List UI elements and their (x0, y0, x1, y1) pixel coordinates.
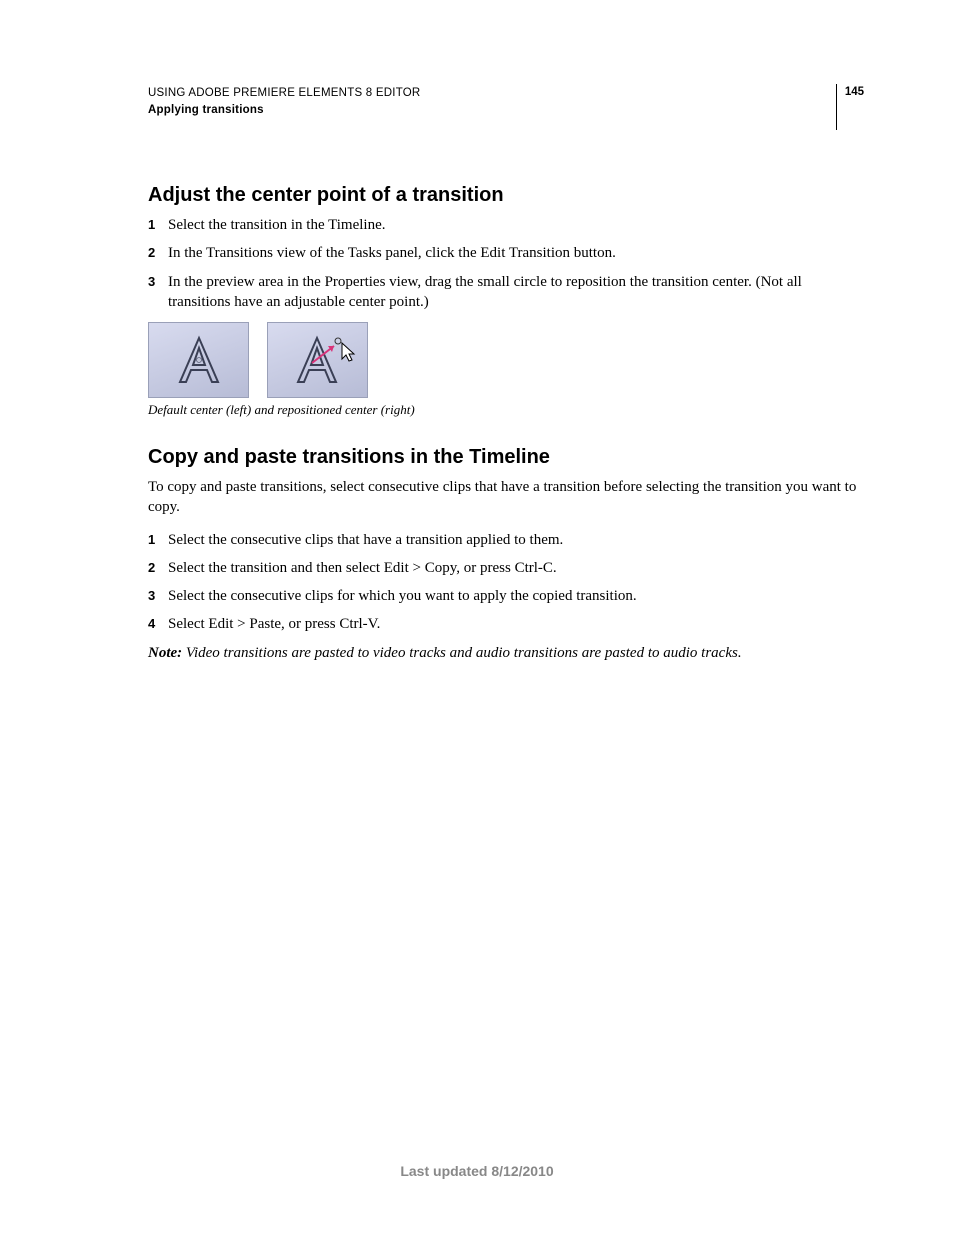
step-text: Select the consecutive clips for which y… (168, 586, 864, 606)
section-name: Applying transitions (148, 103, 420, 119)
intro-paragraph: To copy and paste transitions, select co… (148, 477, 864, 518)
step-number: 3 (148, 586, 168, 606)
step-number: 4 (148, 614, 168, 634)
step-text: In the Transitions view of the Tasks pan… (168, 243, 864, 263)
heading-copy-paste: Copy and paste transitions in the Timeli… (148, 446, 864, 469)
cursor-icon (342, 343, 354, 361)
header-rule (836, 84, 837, 130)
step-text: Select the transition in the Timeline. (168, 215, 864, 235)
figure-transition-centers (148, 322, 864, 398)
step-number: 1 (148, 215, 168, 235)
footer-updated: Last updated 8/12/2010 (0, 1163, 954, 1179)
letter-a-repositioned-icon (268, 323, 367, 397)
steps-adjust-center: 1Select the transition in the Timeline. … (148, 215, 864, 312)
step-text: Select Edit > Paste, or press Ctrl-V. (168, 614, 864, 634)
step-text: Select the consecutive clips that have a… (168, 530, 864, 550)
list-item: 2In the Transitions view of the Tasks pa… (148, 243, 864, 263)
step-number: 3 (148, 272, 168, 313)
list-item: 1Select the transition in the Timeline. (148, 215, 864, 235)
figure-caption: Default center (left) and repositioned c… (148, 402, 864, 418)
step-number: 2 (148, 558, 168, 578)
steps-copy-paste: 1Select the consecutive clips that have … (148, 530, 864, 635)
note: Note: Video transitions are pasted to vi… (148, 643, 864, 663)
step-number: 1 (148, 530, 168, 550)
note-text: Video transitions are pasted to video tr… (182, 645, 741, 661)
list-item: 3In the preview area in the Properties v… (148, 272, 864, 313)
thumb-default-center (148, 322, 249, 398)
doc-title: USING ADOBE PREMIERE ELEMENTS 8 EDITOR (148, 86, 420, 102)
page-header: USING ADOBE PREMIERE ELEMENTS 8 EDITOR A… (148, 86, 864, 130)
list-item: 4Select Edit > Paste, or press Ctrl-V. (148, 614, 864, 634)
step-text: Select the transition and then select Ed… (168, 558, 864, 578)
list-item: 2Select the transition and then select E… (148, 558, 864, 578)
heading-adjust-center: Adjust the center point of a transition (148, 184, 864, 207)
page-number: 145 (845, 86, 864, 98)
step-text: In the preview area in the Properties vi… (168, 272, 864, 313)
letter-a-icon (164, 330, 234, 390)
list-item: 1Select the consecutive clips that have … (148, 530, 864, 550)
note-label: Note: (148, 645, 182, 661)
step-number: 2 (148, 243, 168, 263)
list-item: 3Select the consecutive clips for which … (148, 586, 864, 606)
thumb-repositioned-center (267, 322, 368, 398)
